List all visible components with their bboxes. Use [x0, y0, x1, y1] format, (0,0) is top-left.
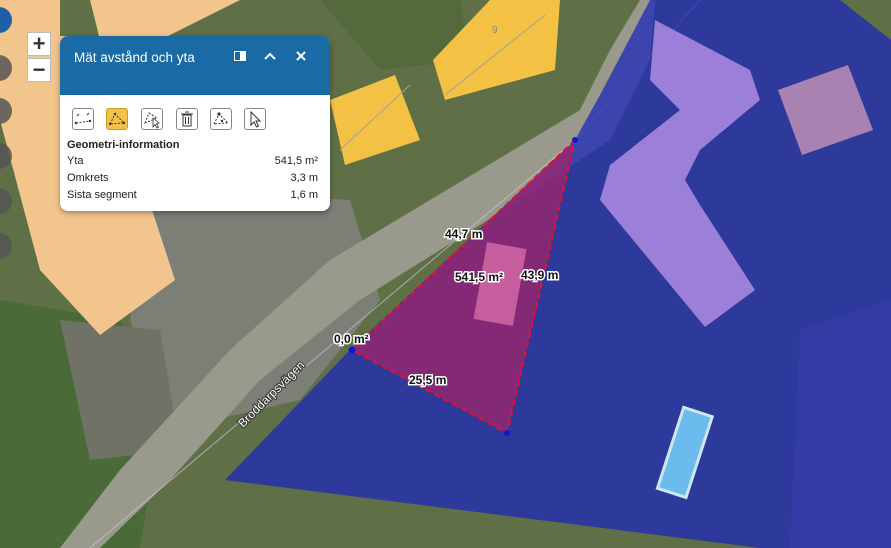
- geometry-info-title: Geometri-information: [67, 139, 180, 151]
- edge-length-top: 44,7 m: [445, 227, 482, 241]
- info-value: 541,5 m²: [274, 155, 318, 167]
- edit-vertices-tool[interactable]: [141, 108, 163, 130]
- edge-length-bottom: 25,5 m: [409, 373, 446, 387]
- select-vertex-tool[interactable]: [210, 108, 232, 130]
- start-point-label: 0,0 m²: [334, 332, 369, 346]
- info-value: 3,3 m: [290, 172, 318, 184]
- vertex[interactable]: [348, 346, 356, 354]
- zoom-in-button[interactable]: +: [27, 31, 51, 56]
- dock-icon[interactable]: [232, 48, 248, 64]
- vertex[interactable]: [504, 430, 510, 436]
- panel-header: Mät avstånd och yta: [60, 36, 330, 95]
- info-value: 1,6 m: [290, 189, 318, 201]
- panel-title: Mät avstånd och yta: [74, 50, 195, 65]
- collapse-icon[interactable]: [262, 48, 278, 64]
- measure-polygon-tool[interactable]: [106, 108, 128, 130]
- measure-panel: Mät avstånd och yta Geometri-information…: [60, 36, 330, 211]
- close-icon[interactable]: [293, 48, 309, 64]
- info-label: Sista segment: [67, 189, 137, 201]
- measure-line-tool[interactable]: [72, 108, 94, 130]
- building-label: 9: [492, 25, 498, 36]
- zoom-out-button[interactable]: −: [27, 57, 51, 82]
- pointer-tool[interactable]: [244, 108, 266, 130]
- vertex[interactable]: [572, 137, 578, 143]
- info-label: Omkrets: [67, 172, 109, 184]
- info-label: Yta: [67, 155, 84, 167]
- edge-length-right: 43,9 m: [521, 268, 558, 282]
- delete-tool[interactable]: [176, 108, 198, 130]
- area-label: 541,5 m²: [455, 270, 503, 284]
